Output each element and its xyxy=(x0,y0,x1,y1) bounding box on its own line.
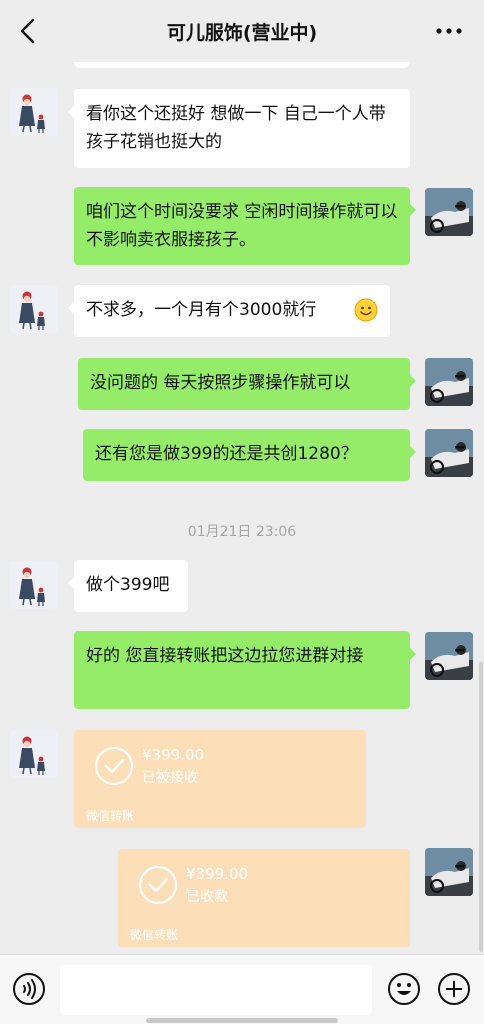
outgoing-message-bubble[interactable]: 没问题的 每天按照步骤操作就可以 xyxy=(78,358,416,410)
outgoing-message-bubble[interactable]: 还有您是做399的还是共创1280？ xyxy=(83,429,416,481)
outgoing-message-bubble[interactable]: 咱们这个时间没要求 空闲时间操作就可以 不影响卖衣服接孩子。 xyxy=(74,187,416,265)
previous-message-bubble xyxy=(74,62,410,68)
chat-scrollbar[interactable] xyxy=(479,662,483,952)
more-ellipsis-icon[interactable] xyxy=(432,22,466,40)
my-avatar[interactable] xyxy=(425,188,473,236)
my-avatar[interactable] xyxy=(425,429,473,477)
transfer-status: 已收款 xyxy=(186,889,228,905)
chat-message-list[interactable]: 看你这个还挺好 想做一下 自己一个人带孩子花销也挺大的 咱们这个时间没要求 空闲… xyxy=(0,62,484,954)
voice-icon[interactable] xyxy=(12,972,46,1006)
transfer-status: 已被接收 xyxy=(142,770,198,786)
incoming-message-bubble[interactable]: 做个399吧 xyxy=(68,560,188,612)
message-timestamp: 01月21日 23:06 xyxy=(187,524,297,540)
chat-title: 可儿服饰(营业中) xyxy=(166,21,318,44)
my-avatar[interactable] xyxy=(425,632,473,680)
my-avatar[interactable] xyxy=(425,848,473,896)
contact-avatar[interactable] xyxy=(10,561,58,609)
contact-avatar[interactable] xyxy=(10,285,58,333)
contact-avatar[interactable] xyxy=(10,88,58,136)
incoming-message-bubble[interactable]: 不求多，一个月有个3000就行 xyxy=(68,285,390,337)
transfer-amount: ¥399.00 xyxy=(142,746,205,764)
incoming-message-bubble[interactable]: 看你这个还挺好 想做一下 自己一个人带孩子花销也挺大的 xyxy=(68,89,410,168)
transfer-label: 微信转账 xyxy=(86,809,135,823)
input-toolbar xyxy=(0,954,484,1024)
back-chevron-left-icon[interactable] xyxy=(14,14,44,48)
emoji-icon[interactable] xyxy=(387,972,421,1006)
top-nav-bar: 可儿服饰(营业中) xyxy=(0,0,484,62)
plus-icon[interactable] xyxy=(437,972,471,1006)
my-avatar[interactable] xyxy=(425,358,473,406)
wechat-transfer-card[interactable]: ¥399.00 已被接收 微信转账 xyxy=(74,730,366,828)
transfer-label: 微信转账 xyxy=(130,928,179,942)
smile-emoji-icon xyxy=(354,298,378,322)
outgoing-message-bubble[interactable]: 好的 您直接转账把这边拉您进群对接 xyxy=(74,631,416,709)
message-input[interactable] xyxy=(60,965,372,1015)
checkmark-circle-icon xyxy=(94,746,134,786)
transfer-amount: ¥399.00 xyxy=(186,865,249,883)
contact-avatar[interactable] xyxy=(10,730,58,778)
wechat-transfer-card[interactable]: ¥399.00 已收款 微信转账 xyxy=(118,849,410,947)
home-indicator[interactable] xyxy=(146,1018,338,1023)
checkmark-circle-icon xyxy=(138,865,178,905)
message-text: 不求多，一个月有个3000就行 xyxy=(86,300,317,320)
